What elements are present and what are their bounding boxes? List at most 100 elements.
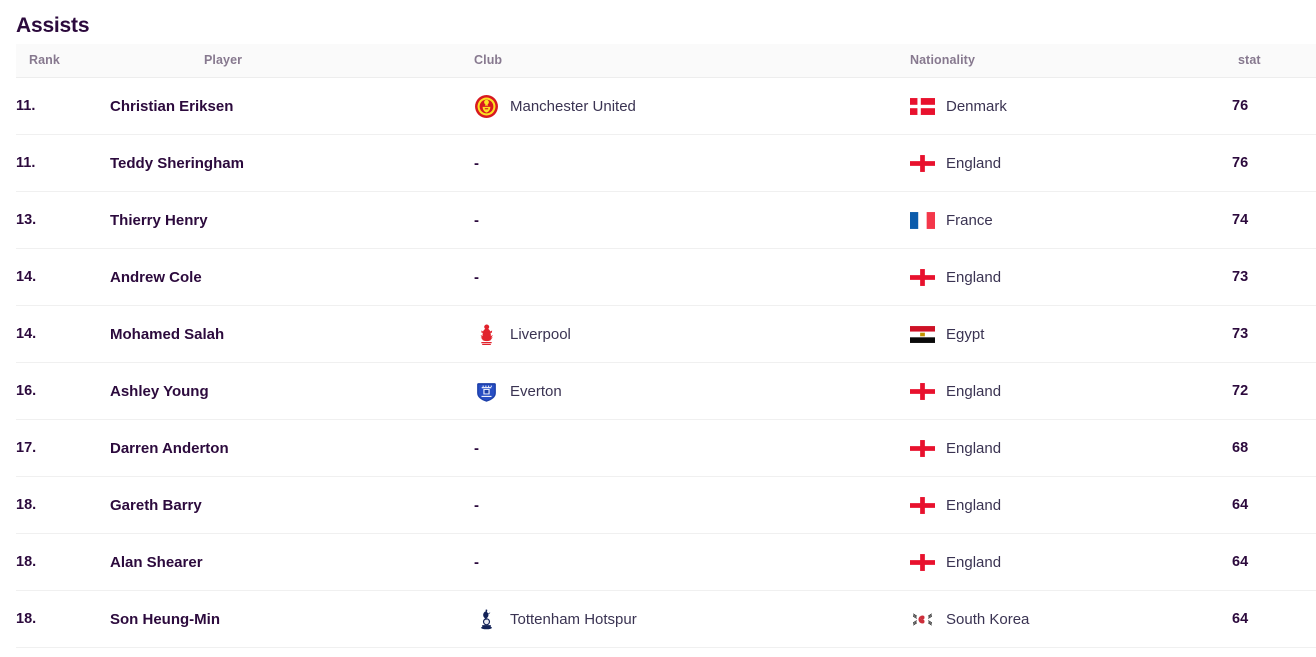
cell-player-name[interactable]: Darren Anderton — [110, 419, 474, 477]
manchester-united-crest-icon — [475, 94, 498, 118]
flag-france-icon — [910, 211, 935, 229]
cell-player-name[interactable]: Christian Eriksen — [110, 77, 474, 135]
flag-england-icon — [910, 382, 935, 400]
flag-england-icon — [910, 553, 935, 571]
cell-nationality: England — [910, 476, 1232, 534]
club-name-label: Tottenham Hotspur — [510, 610, 637, 628]
column-header-nationality-label: Nationality — [910, 53, 975, 67]
cell-club: Manchester United — [474, 77, 910, 135]
cell-stat-value: 64 — [1232, 590, 1316, 648]
club-name-label: Everton — [510, 382, 562, 400]
club-cell-content: Everton — [474, 379, 910, 404]
cell-club: - — [474, 419, 910, 477]
liverpool-crest-icon — [480, 324, 493, 345]
nationality-cell-content: England — [910, 497, 1232, 514]
table-row[interactable]: 18. Gareth Barry - England 64 — [16, 476, 1316, 534]
cell-stat-value: 76 — [1232, 77, 1316, 135]
club-cell-content: Manchester United — [474, 94, 910, 119]
flag-england-icon — [910, 154, 935, 172]
nationality-cell-content: Egypt — [910, 326, 1232, 343]
table-row[interactable]: 14. Mohamed Salah Liverpool Egypt 73 — [16, 305, 1316, 363]
column-header-player[interactable]: Player — [110, 44, 474, 78]
cell-rank: 14. — [16, 248, 110, 306]
table-row[interactable]: 16. Ashley Young Everton England 72 — [16, 362, 1316, 420]
club-cell-content: Tottenham Hotspur — [474, 607, 910, 632]
assists-table: Rank Player Club Nationality stat 11. Chr… — [16, 44, 1316, 648]
cell-stat-value: 76 — [1232, 134, 1316, 192]
column-header-rank-label: Rank — [29, 53, 60, 67]
cell-nationality: England — [910, 419, 1232, 477]
cell-nationality: England — [910, 362, 1232, 420]
column-header-club[interactable]: Club — [474, 44, 910, 78]
column-header-player-label: Player — [204, 53, 243, 67]
table-header: Rank Player Club Nationality stat — [16, 44, 1316, 78]
cell-player-name[interactable]: Son Heung-Min — [110, 590, 474, 648]
nationality-label: England — [946, 496, 1002, 514]
cell-rank: 14. — [16, 305, 110, 363]
cell-player-name[interactable]: Teddy Sheringham — [110, 134, 474, 192]
nationality-cell-content: England — [910, 269, 1232, 286]
cell-club: Tottenham Hotspur — [474, 590, 910, 648]
nationality-label: Egypt — [946, 325, 985, 343]
nationality-label: England — [946, 154, 1002, 172]
cell-nationality: Denmark — [910, 77, 1232, 135]
column-header-stat[interactable]: stat — [1232, 44, 1316, 78]
cell-club: - — [474, 533, 910, 591]
cell-club: Liverpool — [474, 305, 910, 363]
cell-club: - — [474, 248, 910, 306]
cell-stat-value: 74 — [1232, 191, 1316, 249]
cell-stat-value: 64 — [1232, 533, 1316, 591]
table-row[interactable]: 18. Son Heung-Min Tottenham Hotspur South K… — [16, 590, 1316, 648]
club-empty-placeholder: - — [474, 553, 479, 571]
cell-player-name[interactable]: Thierry Henry — [110, 191, 474, 249]
nationality-cell-content: England — [910, 383, 1232, 400]
column-header-nationality[interactable]: Nationality — [910, 44, 1232, 78]
cell-rank: 18. — [16, 476, 110, 534]
table-row[interactable]: 11. Teddy Sheringham - England 76 — [16, 134, 1316, 192]
cell-stat-value: 68 — [1232, 419, 1316, 477]
cell-player-name[interactable]: Mohamed Salah — [110, 305, 474, 363]
club-cell-content: Liverpool — [474, 322, 910, 347]
cell-nationality: England — [910, 134, 1232, 192]
nationality-label: England — [946, 268, 1002, 286]
nationality-label: England — [946, 439, 1002, 457]
nationality-cell-content: England — [910, 155, 1232, 172]
cell-club: - — [474, 476, 910, 534]
flag-south-korea-icon — [910, 610, 935, 628]
cell-rank: 11. — [16, 134, 110, 192]
cell-rank: 18. — [16, 590, 110, 648]
cell-player-name[interactable]: Andrew Cole — [110, 248, 474, 306]
column-header-rank[interactable]: Rank — [16, 44, 110, 78]
club-empty-placeholder: - — [474, 439, 479, 457]
cell-rank: 13. — [16, 191, 110, 249]
table-row[interactable]: 11. Christian Eriksen Manchester United Den… — [16, 77, 1316, 135]
nationality-cell-content: South Korea — [910, 611, 1232, 628]
table-row[interactable]: 14. Andrew Cole - England 73 — [16, 248, 1316, 306]
cell-nationality: England — [910, 248, 1232, 306]
club-name-label: Liverpool — [510, 325, 571, 343]
flag-england-icon — [910, 268, 935, 286]
cell-rank: 17. — [16, 419, 110, 477]
table-row[interactable]: 17. Darren Anderton - England 68 — [16, 419, 1316, 477]
nationality-label: Denmark — [946, 97, 1007, 115]
cell-player-name[interactable]: Gareth Barry — [110, 476, 474, 534]
tottenham-hotspur-crest-icon — [481, 608, 492, 629]
table-header-row: Rank Player Club Nationality stat — [16, 44, 1316, 78]
flag-england-icon — [910, 439, 935, 457]
table-row[interactable]: 18. Alan Shearer - England 64 — [16, 533, 1316, 591]
cell-stat-value: 73 — [1232, 305, 1316, 363]
cell-player-name[interactable]: Ashley Young — [110, 362, 474, 420]
club-empty-placeholder: - — [474, 496, 479, 514]
page-title: Assists — [16, 14, 90, 37]
club-empty-placeholder: - — [474, 154, 479, 172]
flag-egypt-icon — [910, 325, 935, 343]
cell-rank: 18. — [16, 533, 110, 591]
club-name-label: Manchester United — [510, 97, 636, 115]
cell-club: Everton — [474, 362, 910, 420]
cell-stat-value: 72 — [1232, 362, 1316, 420]
cell-player-name[interactable]: Alan Shearer — [110, 533, 474, 591]
cell-club: - — [474, 191, 910, 249]
cell-stat-value: 73 — [1232, 248, 1316, 306]
table-row[interactable]: 13. Thierry Henry - France 74 — [16, 191, 1316, 249]
club-empty-placeholder: - — [474, 211, 479, 229]
